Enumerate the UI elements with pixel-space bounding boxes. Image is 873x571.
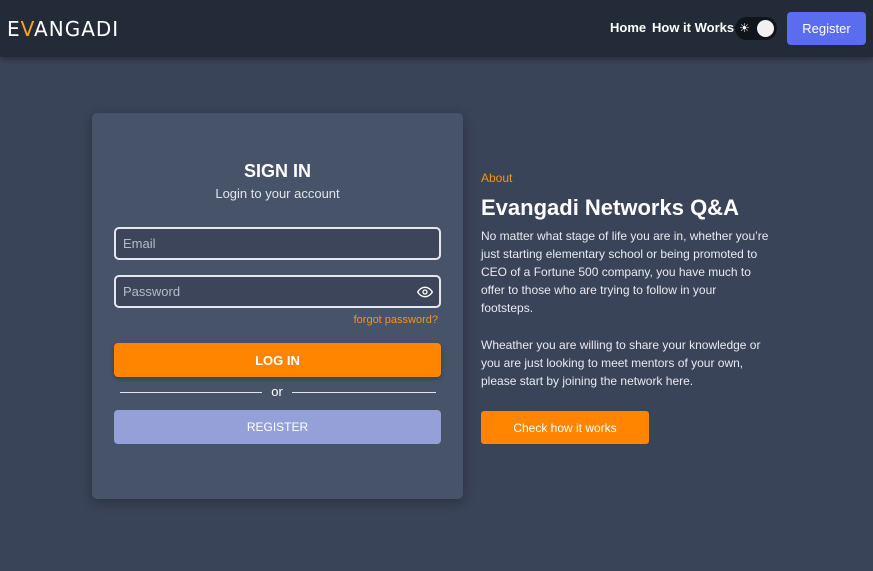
email-field-wrapper	[114, 227, 441, 260]
signin-card: SIGN IN Login to your account forgot pas…	[92, 113, 463, 499]
sun-icon: ☀	[739, 21, 750, 35]
divider-line-left	[120, 392, 262, 393]
forgot-password-link[interactable]: forgot password?	[354, 314, 438, 326]
or-divider: or	[120, 384, 436, 400]
signin-title: SIGN IN	[243, 161, 311, 181]
password-input[interactable]	[116, 277, 439, 306]
password-field-wrapper	[114, 275, 441, 308]
check-how-it-works-button[interactable]: Check how it works	[481, 411, 649, 444]
logo-suffix: ANGADI	[34, 17, 120, 41]
signin-subtitle: Login to your account	[215, 186, 340, 201]
nav-home-link[interactable]: Home	[610, 20, 646, 35]
evangadi-logo[interactable]: EVANGADI	[7, 16, 119, 42]
header-register-button[interactable]: Register	[787, 12, 866, 45]
toggle-knob	[757, 20, 774, 37]
divider-text: or	[271, 384, 283, 399]
divider-line-right	[292, 392, 436, 393]
email-input[interactable]	[116, 229, 439, 258]
about-paragraph-2: Wheather you are willing to share your k…	[481, 338, 761, 388]
logo-prefix: E	[7, 17, 21, 41]
login-button[interactable]: LOG IN	[114, 343, 441, 377]
about-paragraph-1: No matter what stage of life you are in,…	[481, 229, 769, 315]
eye-icon[interactable]	[417, 284, 433, 300]
about-label: About	[481, 171, 513, 185]
logo-accent: V	[20, 17, 35, 41]
nav-how-it-works-link[interactable]: How it Works	[652, 20, 734, 35]
theme-toggle[interactable]: ☀	[735, 17, 777, 40]
top-navbar: EVANGADI Home How it Works ☀ Register	[0, 0, 873, 57]
register-button[interactable]: REGISTER	[114, 410, 441, 444]
about-title: Evangadi Networks Q&A	[481, 195, 739, 220]
